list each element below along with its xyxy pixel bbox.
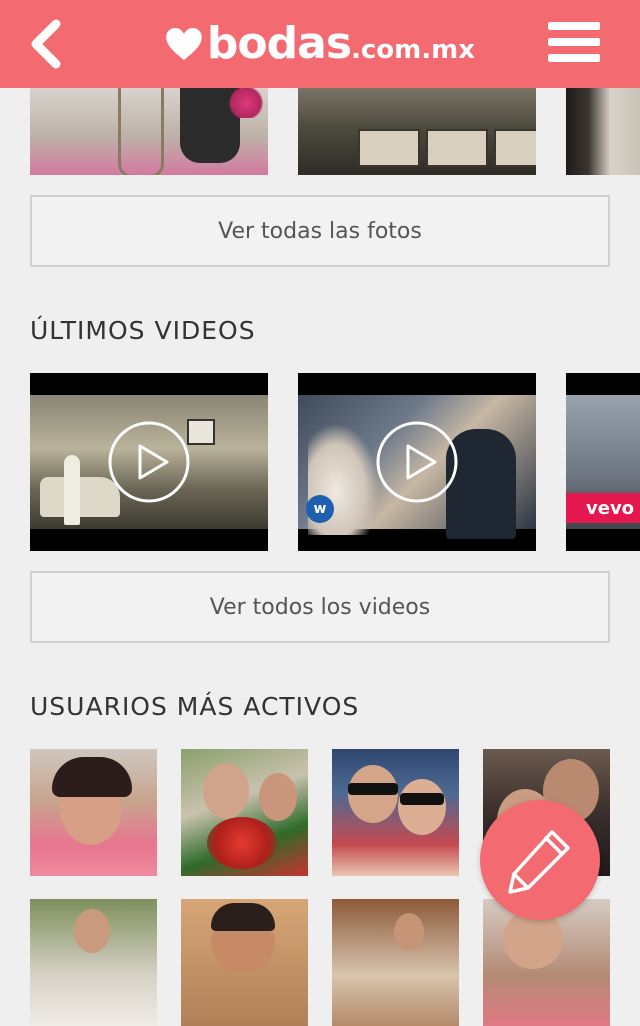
most-active-users-title: USUARIOS MÁS ACTIVOS — [30, 692, 360, 721]
hamburger-menu-icon — [548, 22, 600, 62]
video-thumbnail[interactable] — [30, 373, 268, 551]
user-avatar[interactable] — [332, 899, 459, 1026]
back-button[interactable] — [20, 18, 76, 70]
play-icon[interactable] — [107, 420, 191, 504]
play-icon[interactable] — [375, 420, 459, 504]
view-all-photos-button[interactable]: Ver todas las fotos — [30, 195, 610, 267]
brand-name: bodas.com.mx — [206, 18, 475, 69]
user-avatar[interactable] — [181, 749, 308, 876]
vevo-badge: vevo — [566, 493, 640, 523]
app-header: bodas.com.mx — [0, 0, 640, 88]
view-all-videos-button[interactable]: Ver todos los videos — [30, 571, 610, 643]
brand-logo[interactable]: bodas.com.mx — [165, 12, 475, 76]
user-avatar[interactable] — [332, 749, 459, 876]
user-avatar[interactable] — [30, 899, 157, 1026]
photo-thumbnail[interactable] — [298, 88, 536, 175]
chevron-left-icon — [31, 19, 61, 69]
latest-videos-title: ÚLTIMOS VIDEOS — [30, 316, 256, 345]
video-thumbnail[interactable]: vevo — [566, 373, 640, 551]
user-avatar[interactable] — [30, 749, 157, 876]
warner-badge: w — [306, 495, 334, 523]
menu-button[interactable] — [548, 22, 600, 66]
video-thumbnail[interactable]: w — [298, 373, 536, 551]
write-post-fab[interactable] — [480, 800, 600, 920]
user-avatar[interactable] — [181, 899, 308, 1026]
heart-icon — [166, 28, 202, 60]
photo-thumbnail[interactable] — [566, 88, 640, 175]
pencil-icon — [508, 830, 570, 894]
photo-thumbnail[interactable] — [30, 88, 268, 175]
